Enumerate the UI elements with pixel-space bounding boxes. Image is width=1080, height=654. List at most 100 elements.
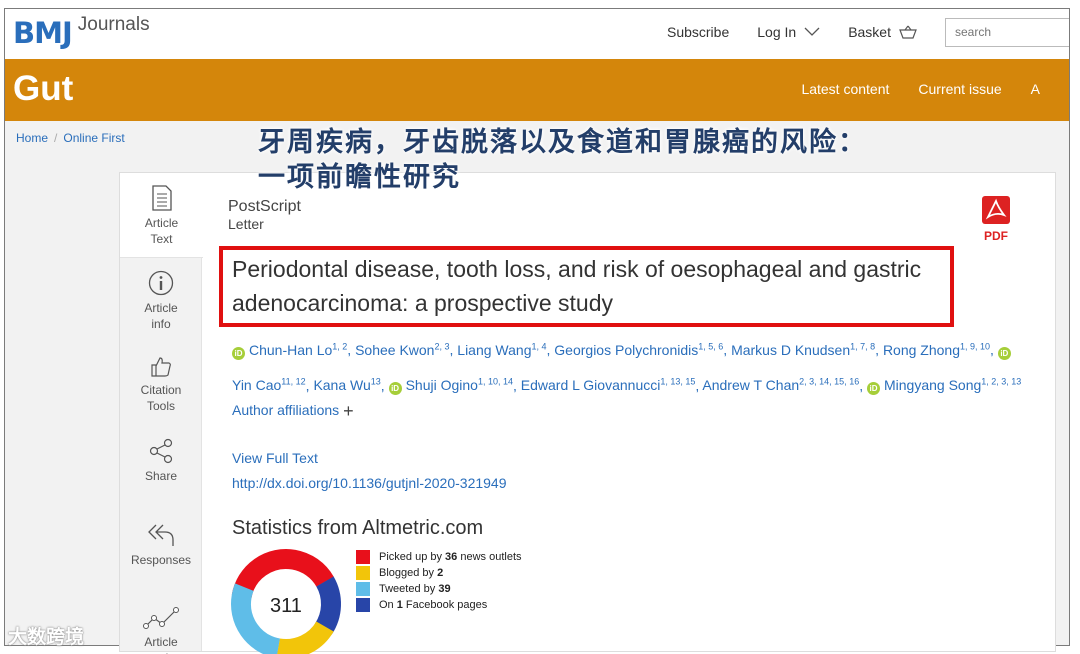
logo-mark: BMJ xyxy=(13,16,73,50)
sidebar-item-citation-tools[interactable]: Citation Tools xyxy=(120,342,202,426)
legend-value: 39 xyxy=(438,583,451,595)
author-name: Rong Zhong xyxy=(882,341,960,358)
pdf-icon xyxy=(982,196,1010,224)
sidebar-item-share[interactable]: Share xyxy=(120,426,202,510)
overlay-title-line: 一项前瞻性研究 xyxy=(258,162,461,193)
login-link[interactable]: Log In xyxy=(757,24,820,40)
author-link[interactable]: Kana Wu13 xyxy=(313,376,381,394)
journal-nav: Latest content Current issue A xyxy=(801,81,1069,97)
sidebar-label: Article xyxy=(144,635,178,649)
altmetric-legend: Picked up by 36 news outlets Blogged by 2… xyxy=(356,549,522,613)
sidebar-item-article-text[interactable]: Article Text xyxy=(120,173,203,258)
altmetric-legend-row[interactable]: Blogged by 2 xyxy=(356,565,522,581)
author-link[interactable]: iD Chun-Han Lo1, 2 xyxy=(232,341,348,360)
reply-icon xyxy=(148,524,174,546)
author-affiliation-refs: 13 xyxy=(370,376,381,387)
legend-swatch xyxy=(356,550,370,564)
altmetric-donut[interactable]: 311 xyxy=(230,548,342,654)
site-header: BMJ Journals Subscribe Log In Basket xyxy=(5,9,1069,59)
watermark-text: 大数跨境 xyxy=(8,626,85,648)
subscribe-link[interactable]: Subscribe xyxy=(667,24,729,40)
legend-swatch xyxy=(356,598,370,612)
sidebar-label: Text xyxy=(150,232,173,246)
sidebar-item-article-metrics[interactable]: Article metrics xyxy=(120,594,202,654)
author-affiliation-refs: 2, 3, 14, 15, 16 xyxy=(799,376,860,387)
article-sidebar: Article Text Article info Citation Tools… xyxy=(120,173,203,654)
author-link[interactable]: Rong Zhong1, 9, 10 xyxy=(882,341,991,358)
altmetric-legend-row[interactable]: Picked up by 36 news outlets xyxy=(356,549,522,565)
orcid-icon[interactable]: iD xyxy=(388,382,402,396)
article-title: Periodontal disease, tooth loss, and ris… xyxy=(232,256,922,316)
author-link[interactable]: Andrew T Chan2, 3, 14, 15, 16 xyxy=(702,376,860,394)
article-subtype: Letter xyxy=(228,216,264,232)
article-type: PostScript xyxy=(228,198,301,215)
pdf-download-button[interactable]: PDF xyxy=(980,195,1012,243)
author-name: Chun-Han Lo xyxy=(249,341,333,358)
author-link[interactable]: iD Mingyang Song1, 2, 3, 13 xyxy=(866,377,1021,396)
author-link[interactable]: Markus D Knudsen1, 7, 8 xyxy=(731,341,875,358)
breadcrumb-online-first[interactable]: Online First xyxy=(63,131,124,145)
author-name: Andrew T Chan xyxy=(702,377,800,394)
legend-prefix: Blogged by xyxy=(379,567,438,579)
orcid-icon[interactable]: iD xyxy=(997,346,1011,360)
legend-prefix: Picked up by xyxy=(379,551,446,563)
article-main: PostScript Letter xyxy=(228,197,1028,233)
sidebar-label: Share xyxy=(144,469,178,483)
journal-name[interactable]: Gut xyxy=(13,69,73,109)
author-name: Sohee Kwon xyxy=(355,341,435,358)
view-full-text-link[interactable]: View Full Text xyxy=(232,450,318,466)
overlay-title-line: 牙周疾病，牙齿脱落以及食道和胃腺癌的风险： xyxy=(258,127,867,158)
sidebar-item-responses[interactable]: Responses xyxy=(120,510,202,594)
author-name: Edward L Giovannucci xyxy=(520,377,661,394)
author-name: Yin Cao xyxy=(232,377,282,394)
legend-swatch xyxy=(356,582,370,596)
author-affiliation-refs: 1, 10, 14 xyxy=(477,376,513,387)
altmetric-score: 311 xyxy=(270,595,302,617)
truncated-nav-link[interactable]: A xyxy=(1031,81,1040,97)
author-link[interactable]: Edward L Giovannucci1, 13, 15 xyxy=(520,376,696,394)
sidebar-label: metrics xyxy=(120,650,202,654)
altmetric-legend-row[interactable]: Tweeted by 39 xyxy=(356,581,522,597)
sidebar-label: Tools xyxy=(146,399,175,413)
basket-icon xyxy=(899,25,917,39)
journal-bar: Gut Latest content Current issue A xyxy=(5,59,1069,121)
author-affiliation-refs: 1, 13, 15 xyxy=(660,376,696,387)
orcid-icon[interactable]: iD xyxy=(232,346,245,360)
altmetric-legend-row[interactable]: On 1 Facebook pages xyxy=(356,597,522,613)
sidebar-item-article-info[interactable]: Article info xyxy=(120,258,202,342)
author-name: Mingyang Song xyxy=(883,377,982,394)
author-affiliations-toggle[interactable]: Author affiliations + xyxy=(232,401,354,422)
orcid-icon[interactable]: iD xyxy=(866,382,880,396)
legend-swatch xyxy=(356,566,370,580)
doi-link[interactable]: http://dx.doi.org/10.1136/gutjnl-2020-32… xyxy=(232,475,507,491)
author-link[interactable]: Sohee Kwon2, 3 xyxy=(355,341,450,358)
document-icon xyxy=(151,185,172,211)
author-affiliation-refs: 2, 3 xyxy=(434,341,450,351)
basket-link[interactable]: Basket xyxy=(848,24,917,40)
author-link[interactable]: Liang Wang1, 4 xyxy=(457,341,546,358)
legend-prefix: Tweeted by xyxy=(379,583,439,595)
latest-content-link[interactable]: Latest content xyxy=(801,81,889,97)
author-affiliation-refs: 1, 9, 10 xyxy=(960,341,991,351)
legend-value: 36 xyxy=(445,551,458,563)
pdf-label: PDF xyxy=(984,229,1008,243)
legend-suffix: Facebook pages xyxy=(402,599,488,611)
author-affiliation-refs: 11, 12 xyxy=(281,376,306,387)
thumbs-up-icon xyxy=(151,357,171,377)
search-input[interactable] xyxy=(945,17,1069,47)
author-name: Georgios Polychronidis xyxy=(554,341,699,358)
chinese-overlay-title: 牙周疾病，牙齿脱落以及食道和胃腺癌的风险： 一项前瞻性研究 xyxy=(258,125,867,195)
author-affiliation-refs: 1, 2 xyxy=(332,341,348,351)
bmj-journals-logo[interactable]: BMJ Journals xyxy=(13,15,150,51)
current-issue-link[interactable]: Current issue xyxy=(918,81,1001,97)
sidebar-label: Responses xyxy=(130,553,192,567)
author-link[interactable]: Georgios Polychronidis1, 5, 6 xyxy=(554,341,723,358)
metrics-icon xyxy=(143,607,179,629)
author-link[interactable]: iD Shuji Ogino1, 10, 14 xyxy=(388,376,513,396)
altmetric-heading: Statistics from Altmetric.com xyxy=(232,517,484,539)
breadcrumb-separator: / xyxy=(54,131,58,145)
breadcrumb-home[interactable]: Home xyxy=(16,131,48,145)
author-affiliations-label: Author affiliations xyxy=(232,402,340,418)
legend-value: 2 xyxy=(437,567,444,579)
sidebar-label: Citation xyxy=(140,383,182,397)
